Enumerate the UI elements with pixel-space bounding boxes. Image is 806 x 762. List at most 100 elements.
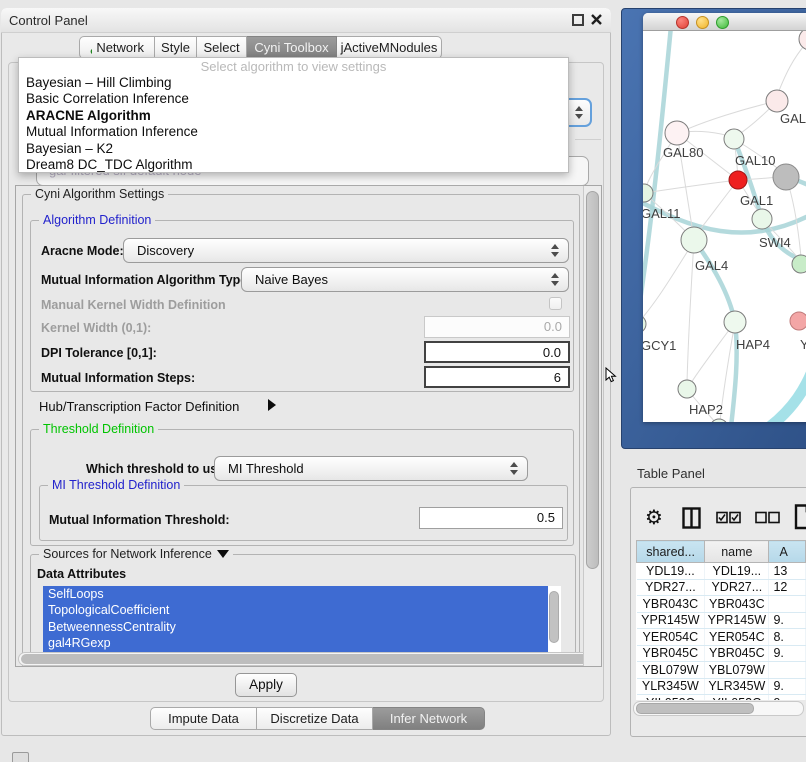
kernel-width-label: Kernel Width (0,1): (41, 321, 151, 335)
network-node[interactable] (766, 90, 788, 112)
tab-discretize-data[interactable]: Discretize Data (257, 707, 373, 730)
settings-horizontal-scrollbar-thumb[interactable] (21, 654, 593, 664)
which-threshold-combobox[interactable]: MI Threshold (214, 456, 528, 481)
table-horizontal-scrollbar-thumb[interactable] (636, 703, 754, 714)
export-table-icon[interactable] (794, 504, 806, 530)
mac-minimize-button[interactable] (696, 16, 709, 29)
mi-threshold-field[interactable]: 0.5 (419, 507, 563, 529)
float-window-icon[interactable] (572, 14, 584, 26)
tab-jactivemnodules[interactable]: jActiveMNodules (337, 36, 442, 59)
cell[interactable]: YDR27... (705, 579, 769, 596)
split-columns-icon[interactable] (682, 507, 702, 529)
collapse-down-icon[interactable] (217, 550, 229, 558)
dpi-tolerance-field[interactable]: 0.0 (424, 341, 570, 363)
column-header-3[interactable]: A (769, 541, 806, 563)
column-header-name[interactable]: name (705, 541, 769, 563)
aracne-mode-combobox[interactable]: Discovery (123, 238, 569, 263)
network-node[interactable] (724, 129, 744, 149)
table-row[interactable]: YPR145W YPR145W 9. (637, 612, 806, 629)
network-canvas[interactable]: GAL GAL80 GAL10 GAL1 GAL11 SWI4 GAL4 GCY… (643, 31, 806, 422)
list-item-topologicalcoefficient[interactable]: TopologicalCoefficient (43, 602, 548, 618)
cell[interactable]: YLR345W (705, 678, 769, 695)
mac-close-button[interactable] (676, 16, 689, 29)
cell[interactable]: YBR043C (705, 596, 769, 613)
cell[interactable]: YLR345W (637, 678, 705, 695)
cell[interactable]: 9. (769, 678, 806, 695)
network-node[interactable] (773, 164, 799, 190)
list-item-gal4rgexp[interactable]: gal4RGexp (43, 635, 548, 651)
table-row[interactable]: YBL079W YBL079W (637, 662, 806, 679)
popup-item-aracne[interactable]: ARACNE Algorithm (19, 108, 568, 124)
cell[interactable]: YBL079W (637, 662, 705, 679)
cell[interactable]: 8. (769, 629, 806, 646)
list-scrollbar-thumb[interactable] (549, 591, 559, 643)
popup-item-dream8[interactable]: Dream8 DC_TDC Algorithm (19, 157, 568, 173)
cell[interactable]: YBL079W (705, 662, 769, 679)
tab-select[interactable]: Select (197, 36, 247, 59)
cell[interactable]: 9. (769, 695, 806, 701)
gear-icon[interactable]: ⚙ (645, 505, 663, 529)
tab-cyni-toolbox[interactable]: Cyni Toolbox (247, 36, 337, 59)
column-header-shared-name[interactable]: shared... (637, 541, 705, 563)
table-row[interactable]: YDR27... YDR27... 12 (637, 579, 806, 596)
cell[interactable]: 9. (769, 645, 806, 662)
cell[interactable]: YER054C (705, 629, 769, 646)
apply-button[interactable]: Apply (235, 673, 297, 697)
popup-item-bayesian-hill-climbing[interactable]: Bayesian – Hill Climbing (19, 75, 568, 91)
cell[interactable]: 13 (769, 563, 806, 580)
tab-network[interactable]: Network (79, 36, 155, 59)
list-item-selfloops[interactable]: SelfLoops (43, 586, 548, 602)
cell[interactable] (769, 596, 806, 613)
network-node[interactable] (799, 31, 806, 50)
mi-type-combobox[interactable]: Naive Bayes (241, 267, 569, 292)
tab-impute-data[interactable]: Impute Data (150, 707, 257, 730)
table-row[interactable]: YER054C YER054C 8. (637, 629, 806, 646)
cell[interactable] (769, 662, 806, 679)
cell[interactable]: YDL19... (705, 563, 769, 580)
settings-vertical-scrollbar-thumb[interactable] (586, 191, 599, 569)
network-node[interactable] (665, 121, 689, 145)
table-row[interactable]: YLR345W YLR345W 9. (637, 678, 806, 695)
tab-infer-network[interactable]: Infer Network (373, 707, 485, 730)
cell[interactable]: YBR045C (637, 645, 705, 662)
tab-style[interactable]: Style (155, 36, 197, 59)
tab-impute-data-label: Impute Data (168, 708, 239, 729)
popup-item-basic-correlation[interactable]: Basic Correlation Inference (19, 91, 568, 107)
popup-item-bayesian-k2[interactable]: Bayesian – K2 (19, 141, 568, 157)
network-node[interactable] (643, 315, 646, 333)
cell[interactable]: YPR145W (705, 612, 769, 629)
cell[interactable]: 12 (769, 579, 806, 596)
network-node[interactable] (678, 380, 696, 398)
cell[interactable]: YBR045C (705, 645, 769, 662)
mac-zoom-button[interactable] (716, 16, 729, 29)
cell[interactable]: YDR27... (637, 579, 705, 596)
manual-kernel-checkbox[interactable] (549, 297, 562, 310)
network-node-selected[interactable] (729, 171, 747, 189)
cell[interactable]: YPR145W (637, 612, 705, 629)
network-node[interactable] (752, 209, 772, 229)
cell[interactable]: YDL19... (637, 563, 705, 580)
cell[interactable]: YBR043C (637, 596, 705, 613)
network-node[interactable] (724, 311, 746, 333)
close-icon[interactable] (590, 13, 603, 26)
select-all-columns-icon[interactable] (716, 511, 742, 524)
popup-item-mutual-information[interactable]: Mutual Information Inference (19, 124, 568, 140)
expand-right-icon[interactable] (268, 399, 276, 411)
cell[interactable]: 9. (769, 612, 806, 629)
network-node[interactable] (681, 227, 707, 253)
table-row[interactable]: YBR045C YBR045C 9. (637, 645, 806, 662)
cell[interactable]: YIL052C (705, 695, 769, 701)
table-row[interactable]: YIL052C YIL052C 9. (637, 695, 806, 701)
cell[interactable]: YER054C (637, 629, 705, 646)
table-row[interactable]: YDL19... YDL19... 13 (637, 563, 806, 580)
deselect-all-columns-icon[interactable] (755, 511, 781, 524)
screen: Control Panel Network Style Select Cyni … (0, 0, 806, 762)
table-row[interactable]: YBR043C YBR043C (637, 596, 806, 613)
network-node[interactable] (790, 312, 806, 330)
network-node[interactable] (792, 255, 806, 273)
collapsed-panel-icon[interactable] (12, 752, 29, 762)
list-item-betweennesscentrality[interactable]: BetweennessCentrality (43, 619, 548, 635)
cell[interactable]: YIL052C (637, 695, 705, 701)
mi-steps-field[interactable]: 6 (424, 366, 570, 388)
kernel-width-field[interactable]: 0.0 (424, 316, 570, 338)
